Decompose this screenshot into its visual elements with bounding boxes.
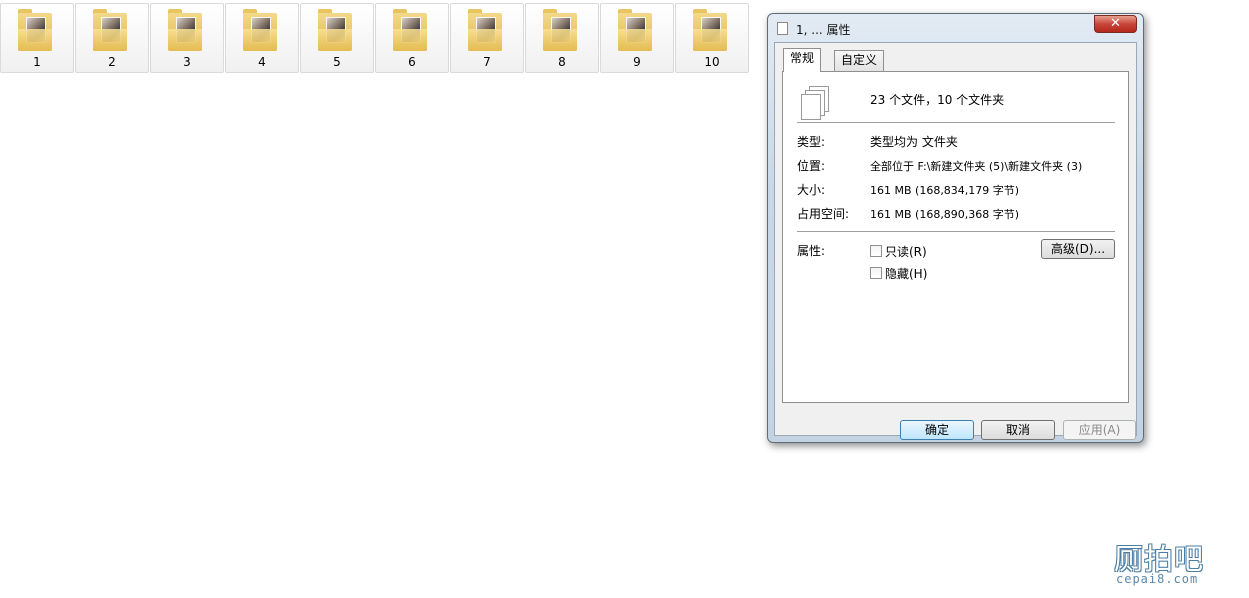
folder-icon — [243, 9, 277, 51]
divider — [797, 231, 1115, 232]
disk-size-value: 161 MB (168,890,368 字节) — [870, 208, 1020, 221]
location-value: 全部位于 F:\新建文件夹 (5)\新建文件夹 (3) — [870, 160, 1083, 173]
dialog-titlebar[interactable]: 1, ... 属性 ✕ — [768, 14, 1143, 42]
folder-label: 8 — [558, 55, 566, 69]
readonly-checkbox[interactable] — [870, 245, 882, 257]
document-icon — [777, 22, 788, 35]
apply-button[interactable]: 应用(A) — [1063, 420, 1136, 440]
folder-label: 10 — [704, 55, 720, 69]
dialog-title: 1, ... 属性 — [796, 23, 851, 37]
folder-label: 5 — [333, 55, 341, 69]
dialog-body: 常规 自定义 23 个文件，10 个文件夹 类型: 类型均为 文件夹 位置: 全… — [774, 42, 1137, 440]
size-value: 161 MB (168,834,179 字节) — [870, 184, 1020, 197]
folder-label: 7 — [483, 55, 491, 69]
folder-item[interactable]: 4 — [225, 3, 299, 73]
folder-label: 4 — [258, 55, 266, 69]
disk-size-label: 占用空间: — [797, 207, 850, 221]
size-label: 大小: — [797, 183, 826, 197]
advanced-button[interactable]: 高级(D)... — [1041, 239, 1115, 259]
general-tab-panel: 23 个文件，10 个文件夹 类型: 类型均为 文件夹 位置: 全部位于 F:\… — [782, 71, 1129, 403]
hidden-label[interactable]: 隐藏(H) — [885, 265, 927, 282]
watermark-url: cepai8.com — [1116, 572, 1199, 586]
folder-item[interactable]: 1 — [0, 3, 74, 73]
folder-label: 2 — [108, 55, 116, 69]
folder-icon — [468, 9, 502, 51]
folder-item[interactable]: 10 — [675, 3, 749, 73]
folder-label: 1 — [33, 55, 41, 69]
type-label: 类型: — [797, 135, 826, 149]
folder-item[interactable]: 8 — [525, 3, 599, 73]
folder-icon — [93, 9, 127, 51]
folder-label: 9 — [633, 55, 641, 69]
readonly-label[interactable]: 只读(R) — [885, 243, 927, 260]
folder-icon — [543, 9, 577, 51]
folder-icon — [318, 9, 352, 51]
tab-customize[interactable]: 自定义 — [834, 50, 885, 71]
selection-summary: 23 个文件，10 个文件夹 — [870, 93, 1005, 107]
divider — [797, 122, 1115, 123]
folder-item[interactable]: 6 — [375, 3, 449, 73]
close-button[interactable]: ✕ — [1094, 15, 1137, 33]
folder-item[interactable]: 5 — [300, 3, 374, 73]
folder-item[interactable]: 9 — [600, 3, 674, 73]
watermark: 厕拍吧 cepai8.com — [1110, 536, 1240, 592]
tab-general[interactable]: 常规 — [783, 48, 822, 72]
folder-icon — [168, 9, 202, 51]
properties-dialog: 1, ... 属性 ✕ 常规 自定义 23 个文件，10 个文件夹 类型: 类型… — [767, 13, 1144, 443]
folder-icon — [18, 9, 52, 51]
folder-item[interactable]: 3 — [150, 3, 224, 73]
ok-button[interactable]: 确定 — [900, 420, 974, 440]
attributes-label: 属性: — [797, 244, 826, 258]
folder-item[interactable]: 2 — [75, 3, 149, 73]
files-icon — [799, 86, 831, 120]
cancel-button[interactable]: 取消 — [981, 420, 1055, 440]
folder-icon — [393, 9, 427, 51]
folder-label: 3 — [183, 55, 191, 69]
folder-list: 1 2 3 4 5 6 7 8 9 10 — [0, 3, 750, 73]
hidden-checkbox[interactable] — [870, 267, 882, 279]
folder-item[interactable]: 7 — [450, 3, 524, 73]
folder-icon — [618, 9, 652, 51]
location-label: 位置: — [797, 159, 826, 173]
folder-icon — [693, 9, 727, 51]
folder-label: 6 — [408, 55, 416, 69]
close-icon: ✕ — [1110, 16, 1121, 31]
type-value: 类型均为 文件夹 — [870, 135, 958, 149]
